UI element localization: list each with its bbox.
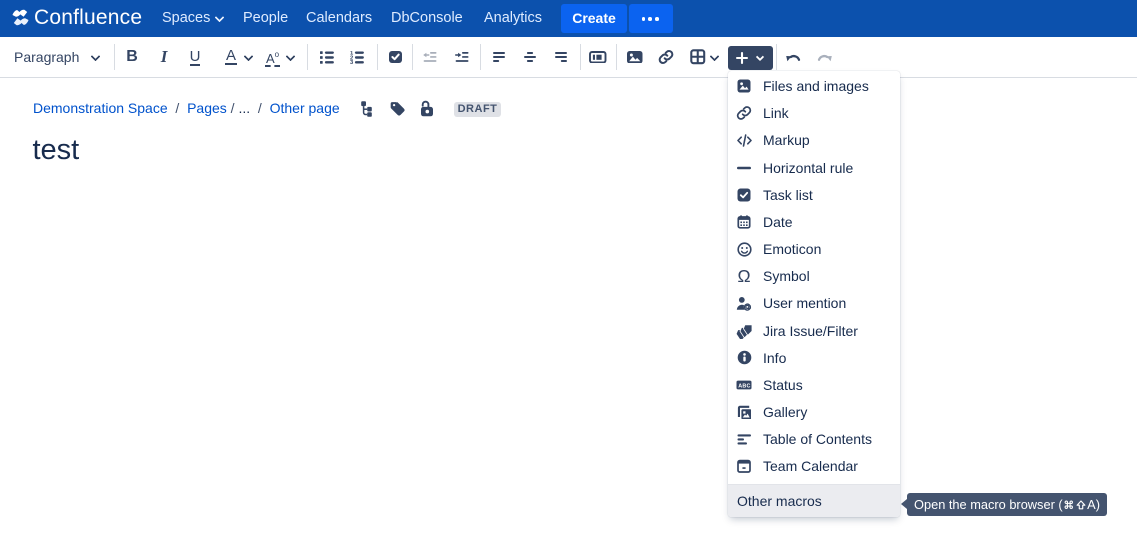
svg-text:ABC: ABC [738,383,750,389]
svg-text:3: 3 [350,60,354,64]
